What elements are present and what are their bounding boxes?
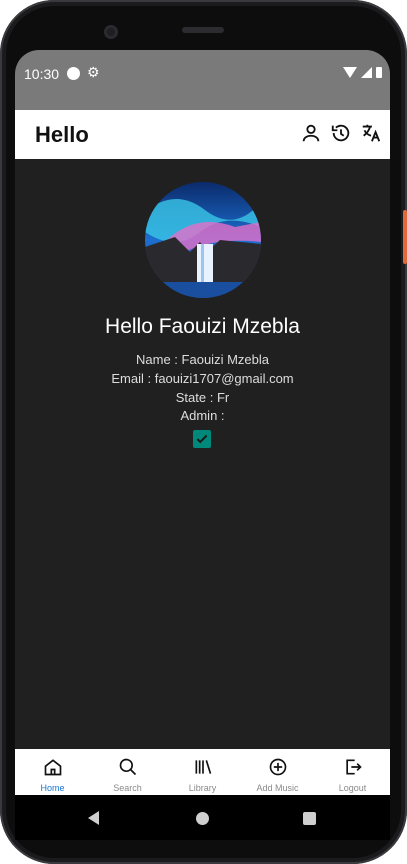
signal-icon xyxy=(361,67,372,78)
status-indicators xyxy=(343,67,382,78)
state-row: State : Fr xyxy=(15,390,390,405)
name-row: Name : Faouizi Mzebla xyxy=(15,352,390,367)
profile-avatar xyxy=(145,182,261,298)
email-value: faouizi1707@gmail.com xyxy=(154,371,294,386)
state-label: State : xyxy=(175,390,214,405)
history-icon[interactable] xyxy=(330,122,352,144)
bottom-navigation: Home Search Library Add Music Logout xyxy=(15,749,390,795)
status-bar: 10:30 ⚙ xyxy=(15,50,390,110)
add-circle-icon xyxy=(269,758,286,776)
front-camera xyxy=(104,25,118,39)
notification-dot-icon xyxy=(67,67,80,80)
earpiece-speaker xyxy=(182,27,224,33)
state-value: Fr xyxy=(216,390,230,405)
nav-label-add-music: Add Music xyxy=(256,783,299,793)
system-navigation-bar xyxy=(15,795,390,840)
email-label: Email : xyxy=(111,371,152,386)
nav-item-add-music[interactable]: Add Music xyxy=(240,749,315,795)
name-value: Faouizi Mzebla xyxy=(181,352,269,367)
name-label: Name : xyxy=(136,352,178,367)
page-title: Hello xyxy=(35,122,89,147)
status-time: 10:30 xyxy=(24,66,60,82)
home-icon xyxy=(44,759,61,776)
nav-item-home[interactable]: Home xyxy=(15,749,90,795)
search-icon xyxy=(119,758,136,776)
logout-icon xyxy=(345,759,362,775)
nav-label-search: Search xyxy=(113,783,142,793)
translate-icon[interactable] xyxy=(360,122,382,144)
checkmark-icon xyxy=(196,434,208,444)
library-icon xyxy=(195,760,211,774)
nav-item-logout[interactable]: Logout xyxy=(315,749,390,795)
settings-gear-icon: ⚙ xyxy=(87,64,100,80)
back-icon[interactable] xyxy=(88,811,99,825)
greeting-text: Hello Faouizi Mzebla xyxy=(105,315,300,338)
home-button-icon[interactable] xyxy=(196,812,209,825)
recent-apps-icon[interactable] xyxy=(303,812,316,825)
nav-item-search[interactable]: Search xyxy=(90,749,165,795)
phone-frame: 10:30 ⚙ Hello Hello Faouizi Mzebla Name … xyxy=(0,0,407,864)
email-row: Email : faouizi1707@gmail.com xyxy=(15,371,390,386)
nav-label-home: Home xyxy=(40,783,65,793)
app-bar-actions xyxy=(300,122,382,144)
power-button xyxy=(403,210,407,264)
nav-item-library[interactable]: Library xyxy=(165,749,240,795)
admin-label: Admin : xyxy=(180,408,225,423)
profile-icon[interactable] xyxy=(300,122,322,144)
app-bar: Hello xyxy=(15,110,390,159)
admin-checkbox[interactable] xyxy=(193,430,211,448)
wifi-icon xyxy=(343,67,357,78)
admin-row: Admin : xyxy=(15,408,390,423)
nav-label-logout: Logout xyxy=(338,783,367,793)
battery-icon xyxy=(376,67,382,78)
nav-label-library: Library xyxy=(188,783,217,793)
device-screen: 10:30 ⚙ Hello Hello Faouizi Mzebla Name … xyxy=(15,50,390,840)
